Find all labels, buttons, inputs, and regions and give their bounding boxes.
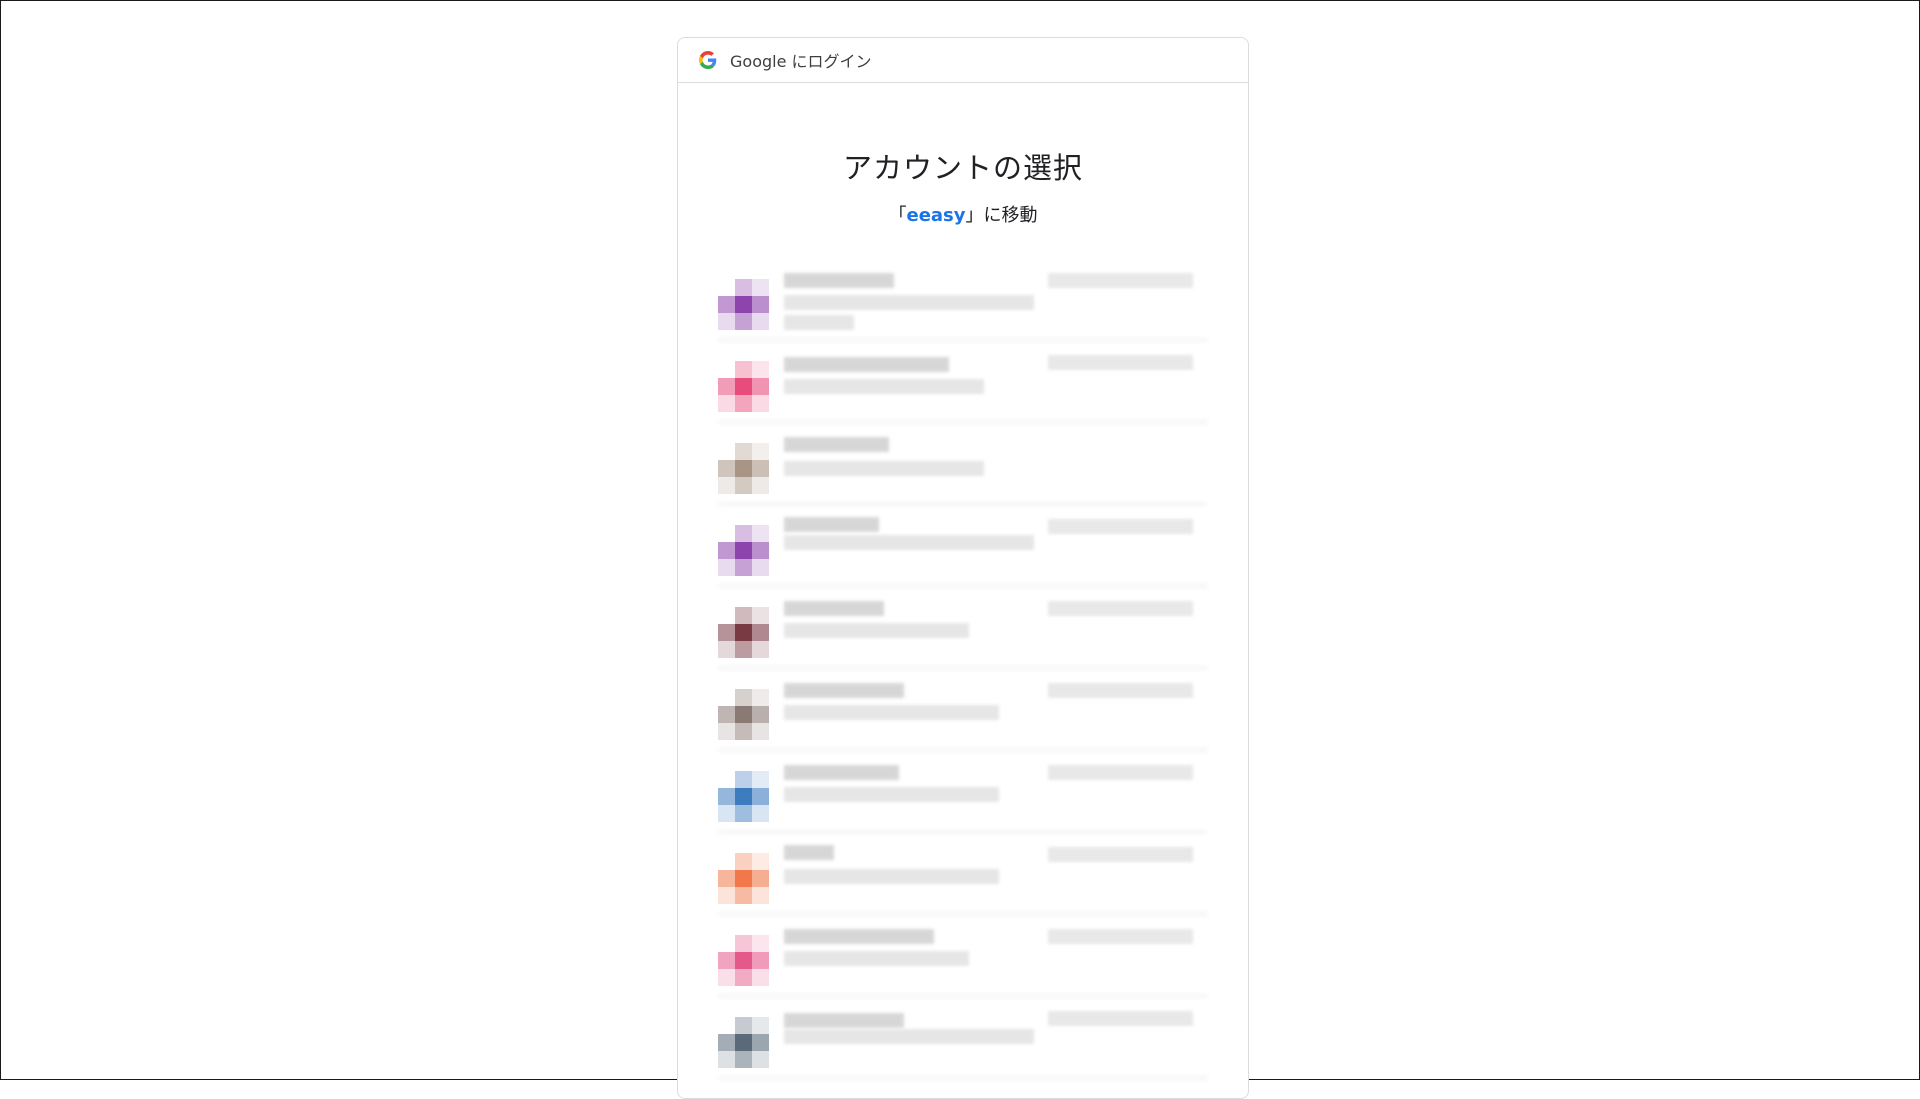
account-email-redacted <box>784 951 969 966</box>
account-status-redacted <box>1048 601 1193 616</box>
account-row[interactable] <box>718 837 1208 919</box>
account-name-redacted <box>784 929 934 944</box>
account-name-redacted <box>784 765 899 780</box>
app-name-link[interactable]: eeasy <box>906 205 965 226</box>
avatar <box>718 771 769 822</box>
account-status-redacted <box>1048 929 1193 944</box>
account-email-redacted <box>784 787 999 802</box>
account-email-redacted <box>784 623 969 638</box>
card-header: Google にログイン <box>678 38 1248 83</box>
subtitle-prefix: 「 <box>888 205 907 226</box>
avatar <box>718 525 769 576</box>
account-status-redacted <box>1048 683 1193 698</box>
account-status-redacted <box>1048 765 1193 780</box>
account-row[interactable] <box>718 1001 1208 1083</box>
account-name-redacted <box>784 683 904 698</box>
account-email-redacted <box>784 461 984 476</box>
subtitle-suffix: 」に移動 <box>965 205 1038 226</box>
page-title: アカウントの選択 <box>842 151 1083 185</box>
account-email-redacted <box>784 869 999 884</box>
account-row[interactable] <box>718 673 1208 755</box>
avatar <box>718 935 769 986</box>
account-email-redacted <box>784 295 1034 310</box>
account-name-redacted <box>784 845 834 860</box>
account-email-redacted <box>784 535 1034 550</box>
account-name-redacted <box>784 273 894 288</box>
avatar <box>718 689 769 740</box>
account-email-redacted <box>784 379 984 394</box>
account-list <box>718 263 1208 1083</box>
account-status-redacted <box>1048 355 1193 370</box>
account-name-redacted <box>784 1013 904 1028</box>
account-row[interactable] <box>718 591 1208 673</box>
account-email-redacted <box>784 1029 1034 1044</box>
account-row[interactable] <box>718 919 1208 1001</box>
sign-in-card: Google にログイン アカウントの選択 「eeasy」に移動 <box>677 37 1249 1099</box>
account-row[interactable] <box>718 345 1208 427</box>
avatar <box>718 607 769 658</box>
account-row[interactable] <box>718 263 1208 345</box>
page-subtitle: 「eeasy」に移動 <box>678 201 1248 227</box>
account-status-redacted <box>1048 519 1193 534</box>
avatar <box>718 443 769 494</box>
avatar <box>718 279 769 330</box>
avatar <box>718 361 769 412</box>
account-name-redacted <box>784 601 884 616</box>
account-status-redacted <box>1048 847 1193 862</box>
account-email-redacted <box>784 315 854 330</box>
google-logo-icon <box>699 51 717 69</box>
header-title: Google にログイン <box>730 52 872 71</box>
account-name-redacted <box>784 437 889 452</box>
account-name-redacted <box>784 357 949 372</box>
account-status-redacted <box>1048 1011 1193 1026</box>
account-row[interactable] <box>718 755 1208 837</box>
account-status-redacted <box>1048 273 1193 288</box>
account-row[interactable] <box>718 427 1208 509</box>
avatar <box>718 1017 769 1068</box>
account-name-redacted <box>784 517 879 532</box>
account-row[interactable] <box>718 509 1208 591</box>
account-email-redacted <box>784 705 999 720</box>
avatar <box>718 853 769 904</box>
